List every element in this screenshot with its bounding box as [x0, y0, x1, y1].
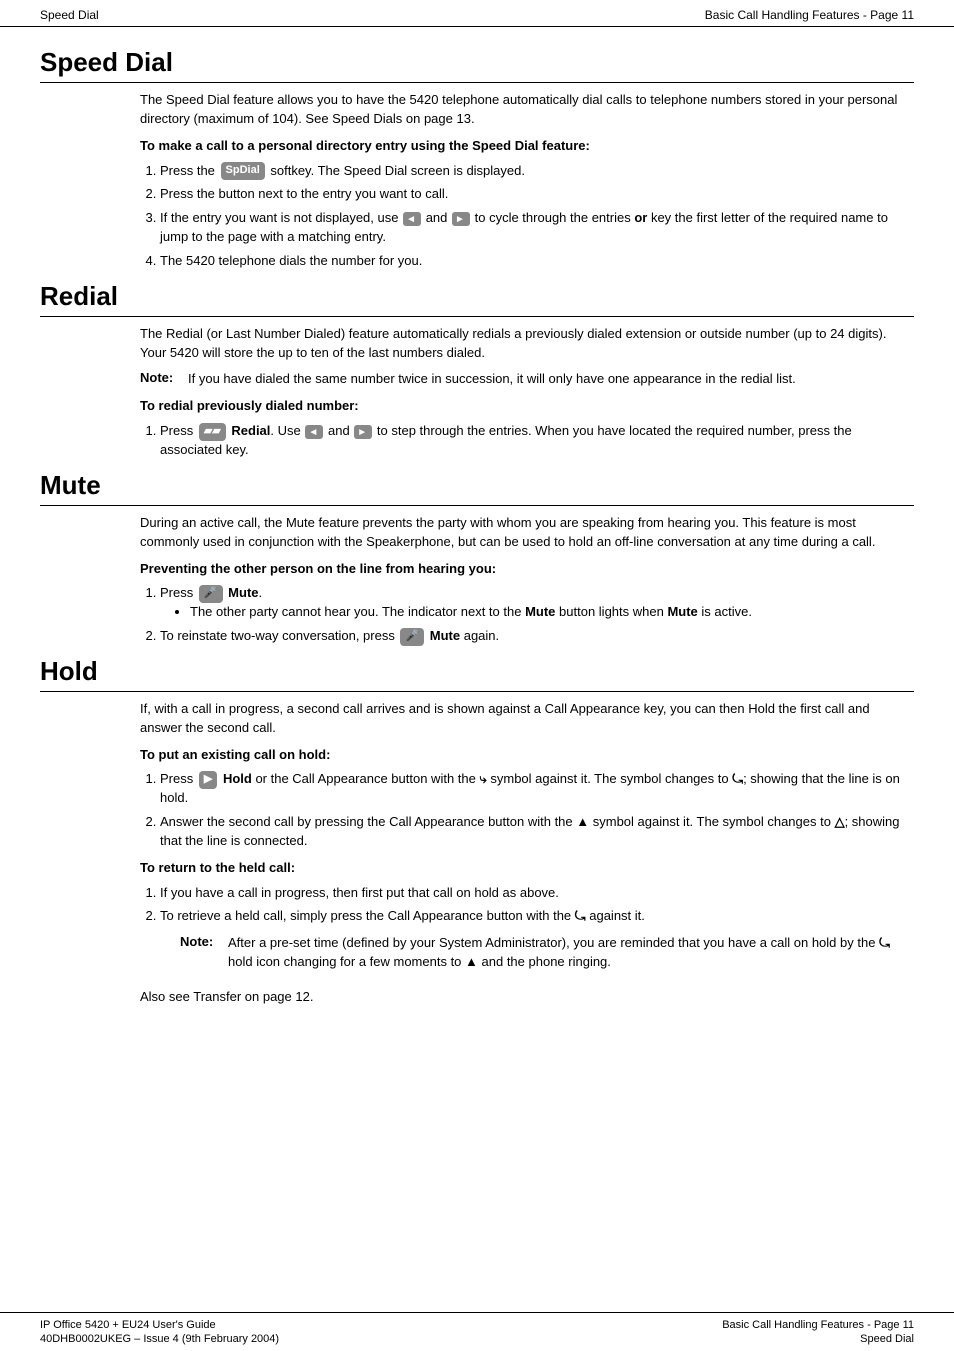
redial-note-label: Note:	[140, 370, 180, 389]
speed-dial-body: The Speed Dial feature allows you to hav…	[40, 91, 914, 271]
speed-dial-step-1: Press the SpDial softkey. The Speed Dial…	[160, 162, 914, 181]
redial-step-1: Press ▰▰ Redial. Use and to step through…	[160, 422, 914, 460]
hold-return-step-1: If you have a call in progress, then fir…	[160, 884, 914, 903]
mute-intro: During an active call, the Mute feature …	[140, 514, 914, 552]
hold-title: Hold	[40, 656, 914, 692]
mute-icon2: 🎤	[400, 628, 424, 646]
redial-heading: To redial previously dialed number:	[140, 397, 914, 416]
speed-dial-step-2: Press the button next to the entry you w…	[160, 185, 914, 204]
section-speed-dial: Speed Dial The Speed Dial feature allows…	[40, 47, 914, 271]
hold-note-content: After a pre-set time (defined by your Sy…	[228, 934, 914, 972]
section-hold: Hold If, with a call in progress, a seco…	[40, 656, 914, 1007]
hold-icon: ▶	[199, 771, 217, 789]
header-right: Basic Call Handling Features - Page 11	[705, 8, 914, 22]
hold-body: If, with a call in progress, a second ca…	[40, 700, 914, 1007]
hold-steps1: Press ▶ Hold or the Call Appearance butt…	[160, 770, 914, 850]
hold-step-1: Press ▶ Hold or the Call Appearance butt…	[160, 770, 914, 808]
header-left: Speed Dial	[40, 8, 99, 22]
mute-heading: Preventing the other person on the line …	[140, 560, 914, 579]
speed-dial-step-3: If the entry you want is not displayed, …	[160, 209, 914, 247]
mute-icon: 🎤	[199, 585, 223, 603]
mute-body: During an active call, the Mute feature …	[40, 514, 914, 646]
redial-body: The Redial (or Last Number Dialed) featu…	[40, 325, 914, 460]
mute-step-2: To reinstate two-way conversation, press…	[160, 627, 914, 646]
speed-dial-steps: Press the SpDial softkey. The Speed Dial…	[160, 162, 914, 271]
mute-bullets: The other party cannot hear you. The ind…	[190, 603, 914, 622]
footer-right-2: Speed Dial	[860, 1333, 914, 1345]
footer-right-1: Basic Call Handling Features - Page 11	[722, 1319, 914, 1331]
hold-step-2: Answer the second call by pressing the C…	[160, 813, 914, 851]
hold-return-step-2: To retrieve a held call, simply press th…	[160, 907, 914, 926]
arrow-left-icon	[403, 212, 421, 226]
hold-steps2: If you have a call in progress, then fir…	[160, 884, 914, 927]
mute-steps: Press 🎤 Mute. The other party cannot hea…	[160, 584, 914, 646]
mute-bullet-1: The other party cannot hear you. The ind…	[190, 603, 914, 622]
page: Speed Dial Basic Call Handling Features …	[0, 0, 954, 1351]
speed-dial-title: Speed Dial	[40, 47, 914, 83]
arrow-right-icon2	[354, 425, 372, 439]
redial-intro: The Redial (or Last Number Dialed) featu…	[140, 325, 914, 363]
speed-dial-step-4: The 5420 telephone dials the number for …	[160, 252, 914, 271]
footer-left-1: IP Office 5420 + EU24 User's Guide	[40, 1319, 279, 1331]
page-footer: IP Office 5420 + EU24 User's Guide 40DHB…	[0, 1312, 954, 1351]
spdial-icon: SpDial	[221, 162, 265, 180]
section-redial: Redial The Redial (or Last Number Dialed…	[40, 281, 914, 460]
speed-dial-heading: To make a call to a personal directory e…	[140, 137, 914, 156]
page-content: Speed Dial The Speed Dial feature allows…	[0, 27, 954, 1097]
hold-note: Note: After a pre-set time (defined by y…	[140, 934, 914, 972]
page-header: Speed Dial Basic Call Handling Features …	[0, 0, 954, 27]
hold-heading2: To return to the held call:	[140, 859, 914, 878]
footer-right: Basic Call Handling Features - Page 11 S…	[722, 1319, 914, 1345]
redial-note-content: If you have dialed the same number twice…	[188, 370, 914, 389]
mute-title: Mute	[40, 470, 914, 506]
redial-steps: Press ▰▰ Redial. Use and to step through…	[160, 422, 914, 460]
redial-note: Note: If you have dialed the same number…	[140, 370, 914, 389]
arrow-left-icon2	[305, 425, 323, 439]
hold-note-label: Note:	[180, 934, 220, 972]
hold-heading1: To put an existing call on hold:	[140, 746, 914, 765]
mute-step-1: Press 🎤 Mute. The other party cannot hea…	[160, 584, 914, 622]
section-mute: Mute During an active call, the Mute fea…	[40, 470, 914, 646]
redial-title: Redial	[40, 281, 914, 317]
arrow-right-icon	[452, 212, 470, 226]
hold-intro: If, with a call in progress, a second ca…	[140, 700, 914, 738]
footer-left: IP Office 5420 + EU24 User's Guide 40DHB…	[40, 1319, 279, 1345]
redial-icon: ▰▰	[199, 423, 226, 441]
footer-left-2: 40DHB0002UKEG – Issue 4 (9th February 20…	[40, 1333, 279, 1345]
hold-also-see: Also see Transfer on page 12.	[140, 988, 914, 1007]
speed-dial-intro: The Speed Dial feature allows you to hav…	[140, 91, 914, 129]
